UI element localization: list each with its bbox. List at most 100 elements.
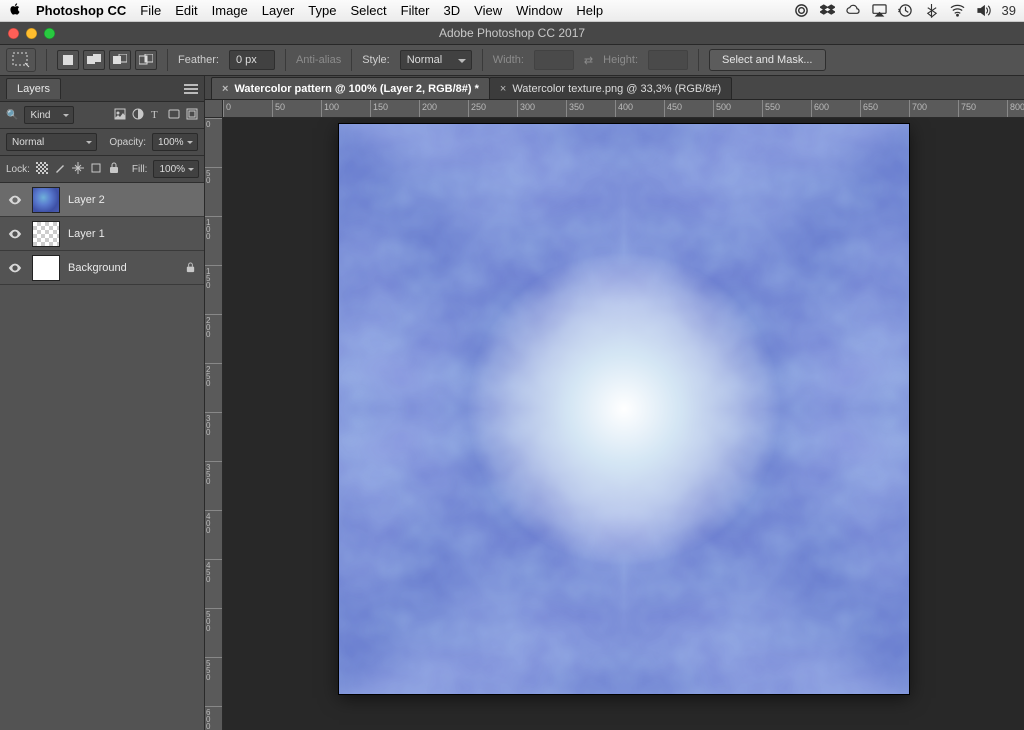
window-minimize-button[interactable] [26,28,37,39]
document-tabs: × Watercolor pattern @ 100% (Layer 2, RG… [205,76,1024,100]
opacity-label: Opacity: [109,137,146,148]
separator [482,49,483,71]
menu-image[interactable]: Image [212,3,248,18]
intersect-selection-icon[interactable] [135,50,157,70]
mac-menubar: Photoshop CC File Edit Image Layer Type … [0,0,1024,22]
canvas-content [339,409,624,694]
lock-label: Lock: [6,164,30,175]
filter-adjust-icon[interactable] [132,108,144,123]
layer-name[interactable]: Background [68,262,174,274]
menu-select[interactable]: Select [350,3,386,18]
battery-percent[interactable]: 39 [1002,3,1016,18]
select-and-mask-button[interactable]: Select and Mask... [709,49,826,71]
window-maximize-button[interactable] [44,28,55,39]
filter-type-icon[interactable]: T [150,108,162,123]
viewport[interactable] [223,118,1024,730]
lock-transparency-icon[interactable] [36,162,48,177]
filter-kind-select[interactable]: Kind [24,106,74,124]
ruler-horizontal[interactable]: 0501001502002503003504004505005506006507… [223,100,1024,118]
menu-type[interactable]: Type [308,3,336,18]
separator [698,49,699,71]
layer-row[interactable]: Layer 1 [0,217,204,251]
menu-edit[interactable]: Edit [175,3,197,18]
separator [351,49,352,71]
ruler-vertical[interactable]: 0501001502002503003504004505005506006507… [205,118,223,730]
wifi-icon[interactable] [950,3,966,19]
dropbox-icon[interactable] [820,3,836,19]
visibility-toggle-icon[interactable] [6,193,24,207]
filter-smart-icon[interactable] [186,108,198,123]
separator [46,49,47,71]
cc-icon[interactable] [794,3,810,19]
subtract-selection-icon[interactable] [109,50,131,70]
new-selection-icon[interactable] [57,50,79,70]
close-tab-icon[interactable]: × [222,83,228,95]
document-tab[interactable]: × Watercolor pattern @ 100% (Layer 2, RG… [211,77,490,99]
volume-icon[interactable] [976,3,992,19]
opacity-input[interactable]: 100% [152,133,198,151]
search-icon: 🔍 [6,110,18,121]
menu-help[interactable]: Help [576,3,603,18]
artboard[interactable] [339,124,909,694]
separator [285,49,286,71]
ruler-origin[interactable] [205,100,223,118]
lock-pixels-icon[interactable] [54,162,66,177]
svg-text:T: T [151,109,158,120]
close-tab-icon[interactable]: × [500,83,506,95]
window-title: Adobe Photoshop CC 2017 [0,26,1024,40]
apple-logo-icon[interactable] [8,2,22,19]
layer-thumbnail[interactable] [32,255,60,281]
selection-mode-group [57,50,157,70]
layer-thumbnail[interactable] [32,221,60,247]
lock-all-icon[interactable] [108,162,120,177]
canvas-content [624,409,909,694]
fill-label: Fill: [132,164,148,175]
visibility-toggle-icon[interactable] [6,261,24,275]
mac-status-icons: 39 [794,3,1016,19]
filter-shape-icon[interactable] [168,108,180,123]
menu-file[interactable]: File [140,3,161,18]
swap-wh-icon: ⇄ [584,54,593,67]
style-select[interactable]: Normal [400,50,472,70]
bluetooth-icon[interactable] [924,3,940,19]
antialias-checkbox: Anti-alias [296,54,341,66]
fill-input[interactable]: 100% [153,160,199,178]
menu-window[interactable]: Window [516,3,562,18]
height-label: Height: [603,54,638,66]
layers-tab[interactable]: Layers [6,78,61,99]
height-input [648,50,688,70]
layer-row[interactable]: Background [0,251,204,285]
window-titlebar: Adobe Photoshop CC 2017 [0,22,1024,44]
panel-menu-icon[interactable] [184,84,198,94]
lock-artboard-icon[interactable] [90,162,102,177]
menu-3d[interactable]: 3D [444,3,461,18]
cloud-icon[interactable] [846,3,862,19]
filter-pixel-icon[interactable] [114,108,126,123]
menu-layer[interactable]: Layer [262,3,295,18]
lock-icon [182,262,198,273]
layer-name[interactable]: Layer 2 [68,194,174,206]
layer-thumbnail[interactable] [32,187,60,213]
menu-view[interactable]: View [474,3,502,18]
separator [167,49,168,71]
timemachine-icon[interactable] [898,3,914,19]
layer-list: Layer 2 Layer 1 Background [0,183,204,730]
layers-panel: Layers 🔍 Kind T Normal Opacity: 100% Loc… [0,76,205,730]
width-label: Width: [493,54,524,66]
app-name[interactable]: Photoshop CC [36,3,126,18]
airplay-icon[interactable] [872,3,888,19]
options-bar: Feather: Anti-alias Style: Normal Width:… [0,44,1024,76]
visibility-toggle-icon[interactable] [6,227,24,241]
lock-position-icon[interactable] [72,162,84,177]
blend-mode-select[interactable]: Normal [6,133,97,151]
canvas-content [339,124,624,409]
add-selection-icon[interactable] [83,50,105,70]
window-close-button[interactable] [8,28,19,39]
layer-row[interactable]: Layer 2 [0,183,204,217]
layer-name[interactable]: Layer 1 [68,228,174,240]
menu-filter[interactable]: Filter [401,3,430,18]
style-label: Style: [362,54,390,66]
document-tab[interactable]: × Watercolor texture.png @ 33,3% (RGB/8#… [489,77,732,99]
marquee-tool-icon[interactable] [6,48,36,72]
feather-input[interactable] [229,50,275,70]
